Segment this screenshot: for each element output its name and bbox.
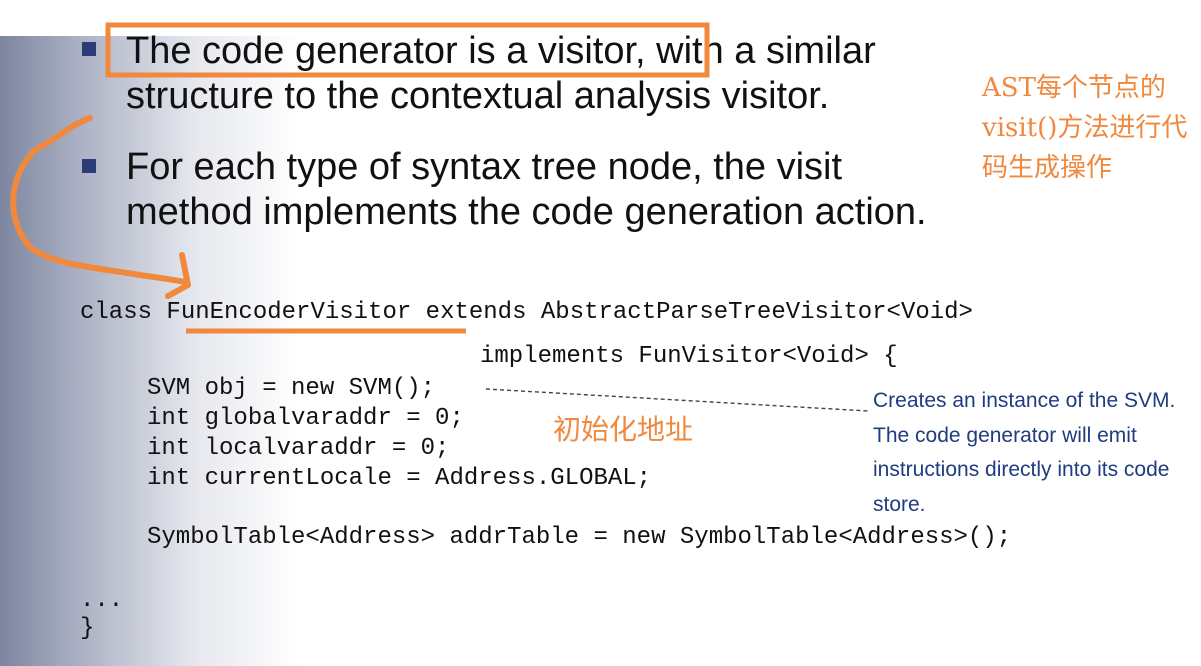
slide: The code generator is a visitor, with a … bbox=[0, 0, 1201, 666]
curved-arrow-path bbox=[10, 115, 188, 285]
arrow-head bbox=[165, 252, 191, 299]
highlight-box bbox=[105, 22, 710, 78]
annotation-overlay bbox=[10, 22, 869, 412]
dashed-leader-line bbox=[485, 388, 869, 412]
